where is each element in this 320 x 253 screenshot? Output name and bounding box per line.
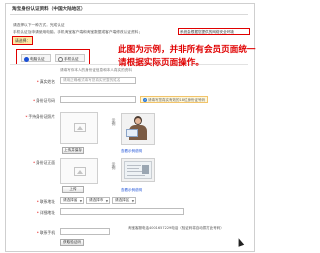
province-select[interactable]: 请选择省 ▼ xyxy=(60,197,84,204)
front-photo-label: *身份证正面 xyxy=(33,160,55,165)
example-callout: 此图为示例，并非所有会员页面统一 请根据实际页面操作。 xyxy=(118,44,256,70)
hold-photo-upload-area[interactable] xyxy=(60,112,98,144)
page-title: 淘宝身份认证资料（中国大陆地区） xyxy=(12,7,86,12)
radio-selected-icon xyxy=(24,56,29,62)
tab-computer-auth-label: 电脑认证 xyxy=(30,57,45,61)
title-divider xyxy=(10,14,248,15)
city-select[interactable]: 请选择市 ▼ xyxy=(86,197,110,204)
question-icon: ? xyxy=(143,98,147,102)
method-select-label: 请选择： xyxy=(12,36,34,45)
intro-line-2: 手机认证及申请使用电脑，手机淘宝客户端和淘宝数据或客户端修改认证资料； xyxy=(13,30,143,34)
front-photo-view-example-link[interactable]: 查看示例说明 xyxy=(121,188,142,193)
intro-line-1: 请选择以下一种方式，完成认证 xyxy=(13,23,65,27)
chevron-down-icon: ▼ xyxy=(131,199,134,203)
callout-line-1: 此图为示例，并非所有会员页面统一 xyxy=(118,45,256,55)
image-placeholder-icon xyxy=(74,167,86,176)
district-select[interactable]: 请选择区 ▼ xyxy=(112,197,136,204)
hold-photo-label: *手持身份证照片 xyxy=(25,114,55,119)
image-placeholder-icon xyxy=(74,123,86,132)
chevron-down-icon: ▼ xyxy=(105,199,108,203)
id-number-label: *身份证号码 xyxy=(33,98,55,103)
form-hint: 请填写你本人的身份证信息和本人真实的资料 xyxy=(60,68,132,72)
front-photo-example-label: 示例 xyxy=(112,162,117,170)
get-code-button[interactable]: 获取验证码 xyxy=(60,239,84,246)
front-photo-upload-area[interactable] xyxy=(60,158,98,184)
callout-line-2: 请根据实际页面操作。 xyxy=(118,58,204,68)
phone-note: 淘宝客服电话4001657229电话（验证码将自动拨打此号码） xyxy=(128,226,224,230)
hold-photo-sample-image xyxy=(121,113,155,145)
hold-photo-view-example-link[interactable]: 查看示例说明 xyxy=(121,149,142,154)
id-number-input[interactable] xyxy=(60,96,136,103)
phone-input[interactable] xyxy=(60,228,110,235)
front-photo-sample-image xyxy=(121,158,155,182)
name-label: *真实姓名 xyxy=(36,79,55,84)
detail-address-input[interactable] xyxy=(60,208,184,215)
hold-photo-upload-button[interactable]: 上传并保存 xyxy=(62,147,84,154)
hold-photo-example-label: 示例 xyxy=(112,118,117,126)
security-notice: 系统会根据您提供的网络安全环境 xyxy=(178,28,250,35)
tab-mobile-auth[interactable]: 手机认证 xyxy=(55,54,85,62)
tab-computer-auth[interactable]: 电脑认证 xyxy=(21,54,51,62)
auth-method-tabs: 电脑认证 手机认证 xyxy=(16,49,90,65)
front-photo-upload-button[interactable]: 上传 xyxy=(62,186,84,193)
address-label: *联系地址 xyxy=(36,199,55,204)
real-name-input[interactable]: 请用正确格式填写您真实完整的姓名 xyxy=(60,77,136,84)
chevron-down-icon: ▼ xyxy=(79,199,82,203)
detail-address-label: *详细地址 xyxy=(36,210,55,215)
radio-unselected-icon xyxy=(58,56,63,62)
id-number-tip: ? 请填写您真实有效的18位身份证号码 xyxy=(140,96,208,103)
phone-label: *联系手机 xyxy=(36,230,55,235)
tab-mobile-auth-label: 手机认证 xyxy=(64,57,79,61)
